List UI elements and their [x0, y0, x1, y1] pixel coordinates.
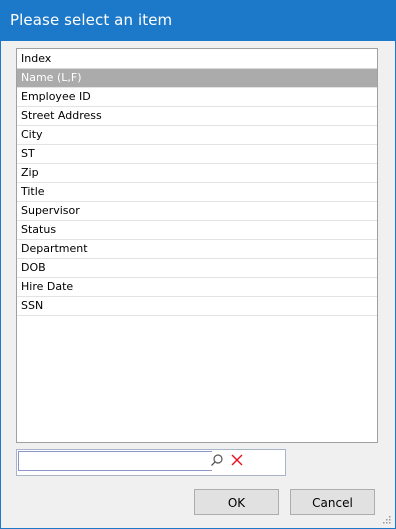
column-header-index: Index [21, 52, 52, 65]
list-item[interactable]: Employee ID [17, 88, 377, 107]
search-icon[interactable] [210, 453, 224, 467]
list-item[interactable]: DOB [17, 259, 377, 278]
list-item[interactable]: Name (L,F) [17, 69, 377, 88]
list-header[interactable]: Index [17, 49, 377, 69]
list-item[interactable]: Street Address [17, 107, 377, 126]
list-item[interactable]: ST [17, 145, 377, 164]
search-input[interactable] [18, 451, 212, 471]
ok-button[interactable]: OK [194, 489, 279, 515]
list-item[interactable]: Status [17, 221, 377, 240]
list-item[interactable]: Title [17, 183, 377, 202]
title-bar[interactable]: Please select an item [1, 1, 395, 41]
list-item[interactable]: SSN [17, 297, 377, 316]
list-item[interactable]: City [17, 126, 377, 145]
cancel-button[interactable]: Cancel [290, 489, 375, 515]
item-list[interactable]: Index Name (L,F) Employee ID Street Addres… [16, 48, 378, 443]
list-item[interactable]: Department [17, 240, 377, 259]
search-box [16, 449, 286, 476]
window-title: Please select an item [10, 11, 173, 29]
resize-grip-icon[interactable] [381, 514, 391, 524]
list-item[interactable]: Hire Date [17, 278, 377, 297]
list-rows: Name (L,F) Employee ID Street Address City S… [17, 69, 377, 316]
list-item[interactable]: Supervisor [17, 202, 377, 221]
select-item-dialog: Please select an item Index Name (L,F) Em… [0, 0, 396, 529]
clear-icon[interactable] [230, 453, 244, 467]
list-item[interactable]: Zip [17, 164, 377, 183]
